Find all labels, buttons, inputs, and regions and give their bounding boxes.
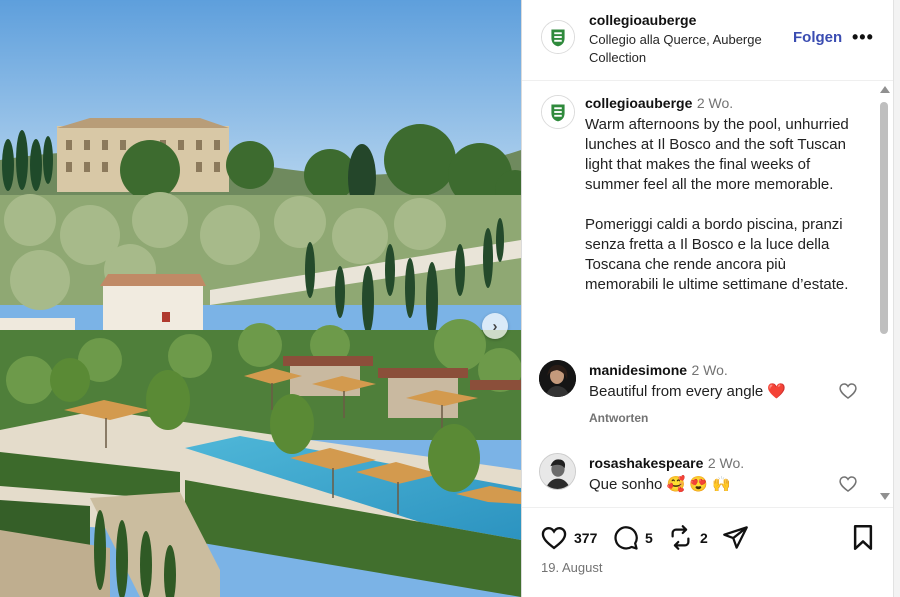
repost-icon[interactable] bbox=[667, 524, 694, 551]
caption-avatar[interactable] bbox=[541, 95, 575, 129]
comment-button[interactable]: 5 bbox=[612, 524, 653, 551]
caption-header: collegioauberge 2 Wo. bbox=[585, 95, 733, 113]
post-side-panel: collegioauberge Collegio alla Querce, Au… bbox=[521, 0, 894, 597]
save-button[interactable] bbox=[851, 524, 875, 551]
user-photo-icon bbox=[539, 360, 576, 397]
comment-text: Beautiful from every angle ❤️ bbox=[589, 383, 787, 400]
caption-text: Warm afternoons by the pool, unhurried l… bbox=[585, 116, 849, 293]
post-date: 19. August bbox=[541, 560, 603, 575]
avatar[interactable] bbox=[541, 20, 575, 54]
comment-username[interactable]: manidesimone bbox=[589, 362, 687, 378]
caption-time: 2 Wo. bbox=[696, 95, 734, 111]
likes-count[interactable]: 377 bbox=[574, 530, 597, 546]
reply-button[interactable]: Antworten bbox=[589, 411, 648, 425]
heart-icon[interactable] bbox=[838, 474, 858, 494]
more-icon[interactable]: ••• bbox=[852, 27, 874, 48]
comments-list[interactable]: collegioauberge 2 Wo. Warm afternoons by… bbox=[522, 82, 894, 507]
comment-header: rosashakespeare 2 Wo. bbox=[589, 455, 744, 473]
repost-button[interactable]: 2 bbox=[667, 524, 708, 551]
chevron-right-icon[interactable]: › bbox=[482, 313, 508, 339]
follow-button[interactable]: Folgen bbox=[793, 29, 842, 46]
share-icon[interactable] bbox=[722, 524, 749, 551]
post-header: collegioauberge Collegio alla Querce, Au… bbox=[522, 0, 894, 81]
like-button[interactable]: 377 bbox=[540, 524, 597, 552]
brand-logo-icon bbox=[542, 96, 574, 128]
bookmark-icon[interactable] bbox=[851, 524, 875, 551]
user-photo-icon bbox=[540, 454, 575, 489]
brand-logo-icon bbox=[542, 21, 574, 53]
comment-text: Que sonho 🥰 😍 🙌 bbox=[589, 476, 731, 493]
avatar[interactable] bbox=[539, 453, 576, 490]
comment-username[interactable]: rosashakespeare bbox=[589, 455, 703, 471]
post-actions-bar: 377 5 2 19. August bbox=[522, 507, 894, 597]
post-photo[interactable]: › bbox=[0, 0, 521, 597]
reposts-count[interactable]: 2 bbox=[700, 530, 708, 546]
post-username[interactable]: collegioauberge bbox=[589, 12, 696, 28]
comments-count[interactable]: 5 bbox=[645, 530, 653, 546]
comment-time: 2 Wo. bbox=[707, 455, 745, 471]
heart-icon[interactable] bbox=[838, 381, 858, 401]
comments-scrollbar[interactable] bbox=[877, 84, 891, 506]
comment-icon[interactable] bbox=[612, 524, 639, 551]
scroll-down-icon[interactable] bbox=[880, 493, 890, 500]
share-button[interactable] bbox=[722, 524, 749, 551]
avatar[interactable] bbox=[539, 360, 576, 397]
post-location[interactable]: Collegio alla Querce, Auberge Collection bbox=[589, 31, 779, 67]
window-edge bbox=[893, 0, 900, 597]
scrollbar-thumb[interactable] bbox=[880, 102, 888, 334]
villa-pool-image bbox=[0, 0, 521, 597]
comment-header: manidesimone 2 Wo. bbox=[589, 362, 728, 380]
scroll-up-icon[interactable] bbox=[880, 86, 890, 93]
heart-icon[interactable] bbox=[540, 524, 568, 552]
comment-time: 2 Wo. bbox=[691, 362, 728, 378]
caption-username[interactable]: collegioauberge bbox=[585, 95, 692, 111]
